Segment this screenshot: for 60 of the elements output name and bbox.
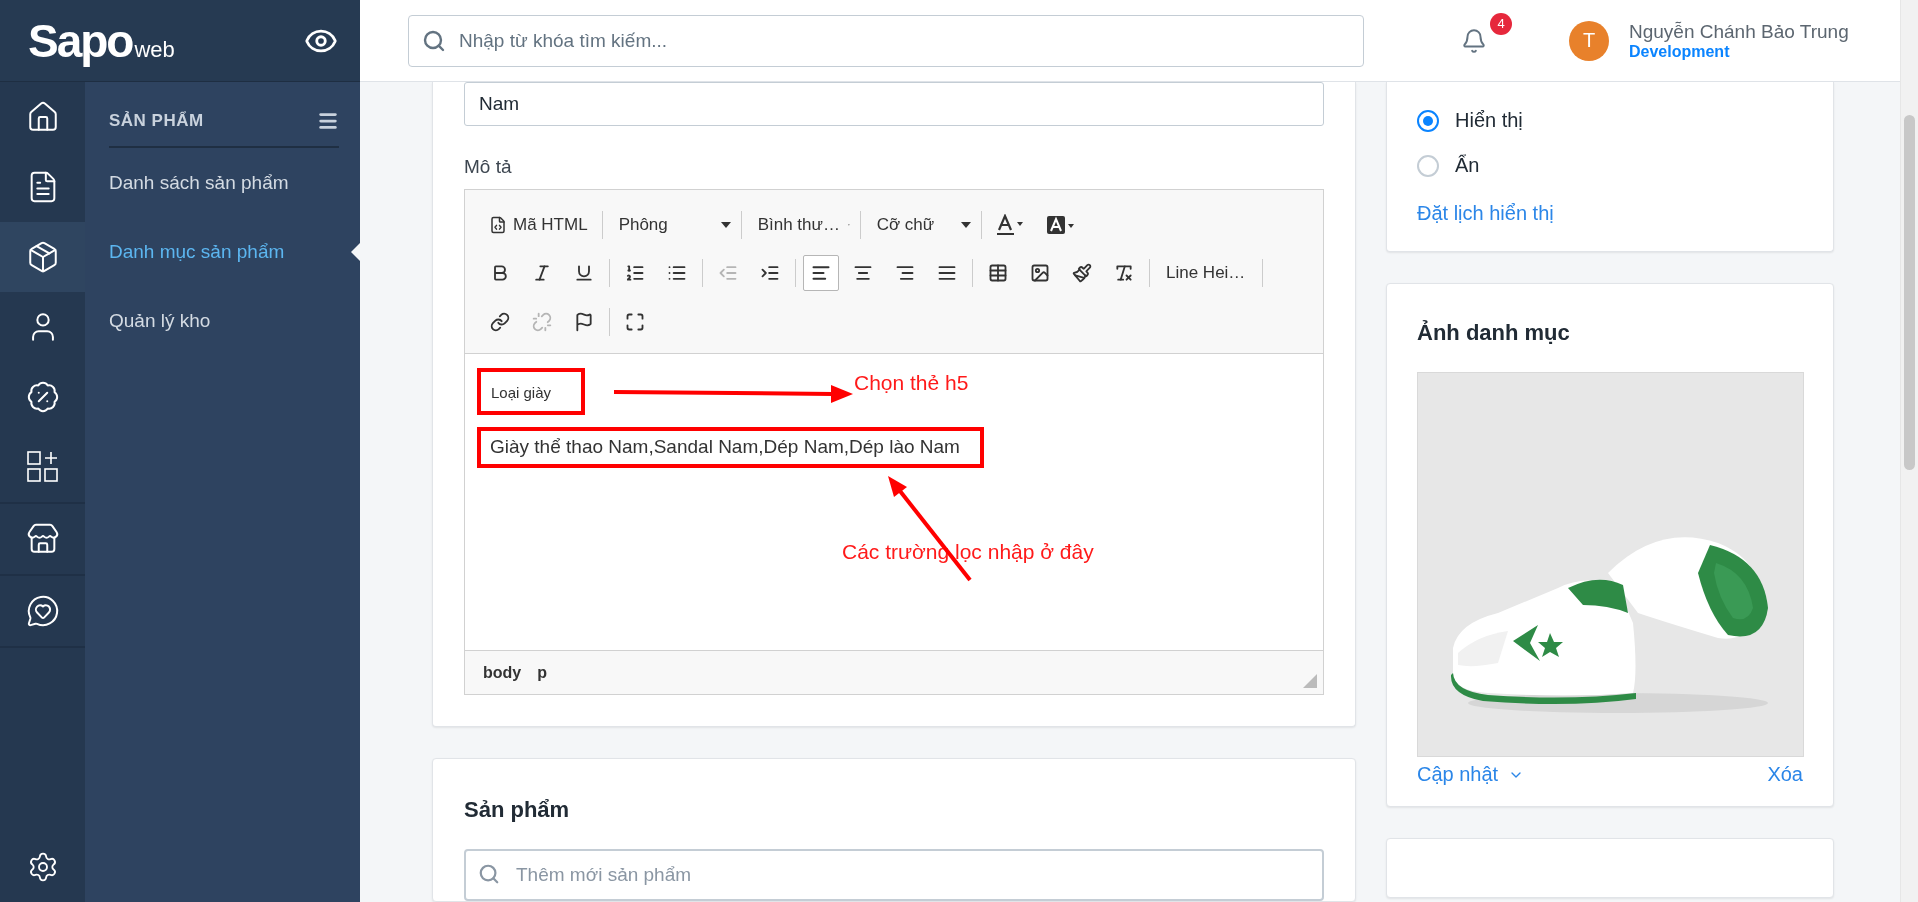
numbered-list-icon bbox=[625, 263, 645, 284]
paragraph-text: Giày thể thao Nam,Sandal Nam,Dép Nam,Dép lào Nam bbox=[477, 427, 984, 468]
bell-icon bbox=[1461, 27, 1487, 54]
toolbar-button[interactable] bbox=[803, 255, 839, 292]
source-code-button[interactable]: Mã HTML bbox=[482, 207, 595, 244]
chat-heart-icon bbox=[25, 594, 60, 628]
underline-icon bbox=[574, 263, 594, 284]
italic-icon bbox=[532, 263, 552, 284]
paintbrush-icon bbox=[1072, 263, 1092, 284]
product-search-field[interactable]: Thêm mới sản phẩm bbox=[464, 849, 1324, 901]
delete-link[interactable]: Xóa bbox=[1767, 763, 1803, 786]
radio-button[interactable] bbox=[1417, 154, 1439, 177]
card-title: Ảnh danh mục bbox=[1417, 320, 1571, 346]
submenu-title: SẢN PHẨM bbox=[109, 111, 204, 131]
radio-button[interactable] bbox=[1417, 109, 1439, 132]
update-link[interactable]: Cập nhật bbox=[1417, 763, 1525, 786]
apps-icon bbox=[25, 450, 60, 484]
search-icon bbox=[422, 28, 446, 53]
code-file-icon bbox=[489, 216, 507, 235]
heading-text: Loại giày bbox=[477, 368, 586, 415]
radio-option[interactable]: Hiển thị bbox=[1417, 98, 1803, 143]
percent-icon bbox=[25, 380, 60, 414]
radio-option[interactable]: Ẩn bbox=[1417, 143, 1803, 188]
field-label: Mô tả bbox=[464, 156, 513, 178]
card-title: Sản phẩm bbox=[464, 797, 571, 823]
element-path-item[interactable]: p bbox=[537, 663, 547, 682]
toolbar-dropdown[interactable]: Line Hei… bbox=[1154, 255, 1258, 292]
image-icon bbox=[1030, 263, 1050, 284]
text-color-icon bbox=[995, 214, 1026, 237]
search-field[interactable]: Nhập từ khóa tìm kiếm... bbox=[408, 14, 1364, 67]
rail-item[interactable] bbox=[0, 222, 85, 292]
flag-icon bbox=[574, 311, 594, 332]
resize-handle[interactable] bbox=[1303, 674, 1317, 688]
unlink-icon bbox=[532, 311, 552, 332]
submenu-item[interactable]: Danh mục sản phẩm bbox=[85, 217, 360, 286]
caret-icon bbox=[960, 222, 971, 229]
schedule-link[interactable]: Đặt lịch hiển thị bbox=[1417, 202, 1554, 224]
link-icon bbox=[490, 311, 510, 332]
toolbar-dropdown[interactable]: Cỡ chữ bbox=[864, 207, 977, 244]
toolbar-dropdown[interactable]: Bình thư… bbox=[745, 207, 856, 244]
element-path-item[interactable]: body bbox=[483, 663, 522, 682]
active-pointer bbox=[351, 242, 360, 261]
highlight-color-icon bbox=[1045, 214, 1076, 237]
search-icon bbox=[478, 863, 500, 885]
fullscreen-icon bbox=[625, 311, 645, 332]
submenu-item[interactable]: Danh sách sản phẩm bbox=[85, 148, 360, 217]
name-field[interactable]: Nam bbox=[464, 82, 1324, 126]
store-icon bbox=[25, 522, 60, 556]
annotation-label: Các trường lọc nhập ở đây bbox=[842, 540, 1094, 564]
user-role: Development bbox=[1629, 42, 1731, 61]
annotation-label: Chọn thẻ h5 bbox=[854, 371, 969, 395]
submenu-item[interactable]: Quản lý kho bbox=[85, 286, 360, 355]
toolbar-dropdown[interactable]: Phông bbox=[606, 207, 737, 244]
clear-format-icon bbox=[1114, 263, 1134, 284]
table-icon bbox=[988, 263, 1008, 284]
user-name: Nguyễn Chánh Bảo Trung bbox=[1629, 20, 1849, 43]
caret-icon bbox=[720, 222, 731, 229]
menu-icon[interactable] bbox=[317, 110, 339, 132]
notification-count: 4 bbox=[1490, 12, 1512, 35]
scrollbar-thumb[interactable] bbox=[1904, 115, 1915, 470]
